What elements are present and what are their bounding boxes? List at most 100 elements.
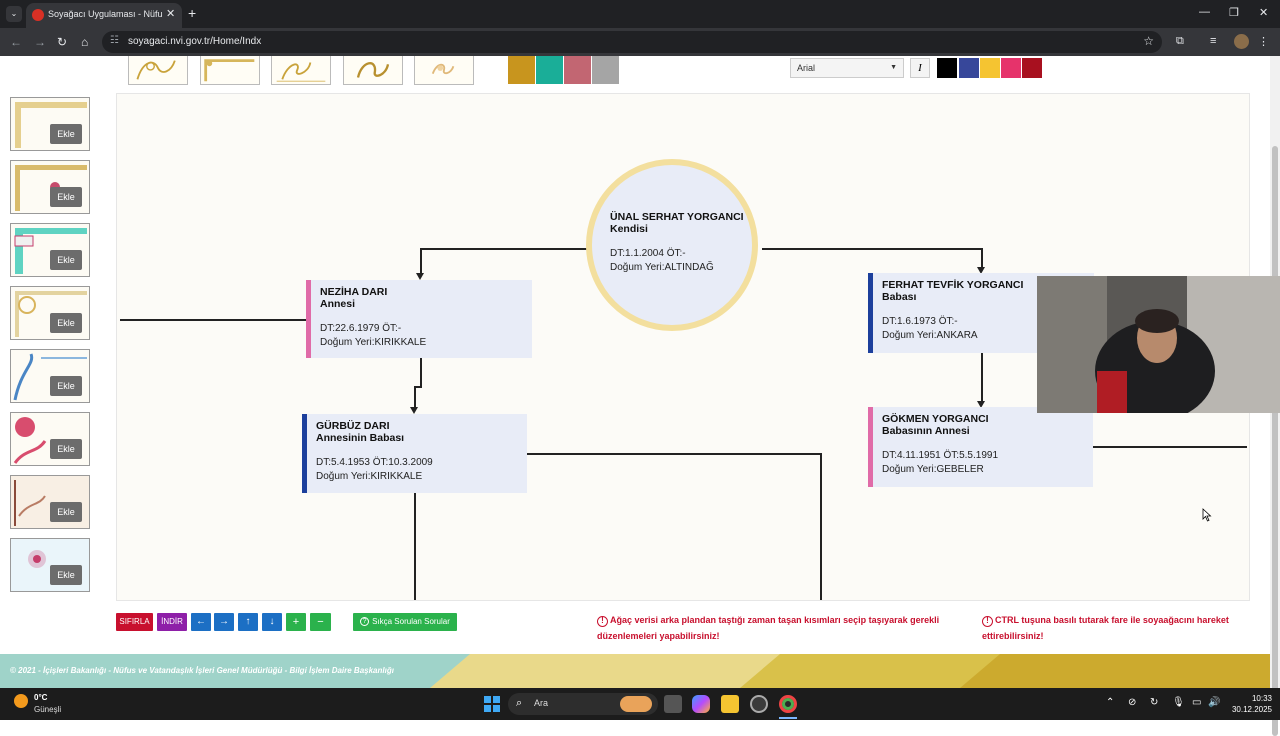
start-button[interactable] (484, 696, 500, 712)
bg-color-swatch[interactable] (592, 56, 619, 84)
weather-temperature: 0°C (34, 693, 48, 702)
chrome-icon[interactable] (779, 695, 797, 713)
text-color-black[interactable] (936, 57, 958, 79)
add-theme-button[interactable]: Ekle (50, 439, 82, 459)
network-icon[interactable]: ▭ (1192, 697, 1201, 708)
theme-thumbnail: Ekle (10, 97, 90, 151)
tab-search-button[interactable]: ⌄ (6, 6, 22, 22)
self-node[interactable]: ÜNAL SERHAT YORGANCI Kendisi DT:1.1.2004… (586, 159, 758, 331)
person-card-mothers-father[interactable]: GÜRBÜZ DARI Annesinin Babası DT:5.4.1953… (302, 414, 527, 493)
volume-icon[interactable]: 🔊 (1208, 697, 1220, 708)
weather-icon[interactable] (14, 694, 28, 708)
warning-text: Ağaç verisi arka plandan taştığı zaman t… (597, 615, 940, 641)
add-theme-button[interactable]: Ekle (50, 250, 82, 270)
task-view-icon[interactable] (664, 695, 682, 713)
pan-left-button[interactable]: ← (191, 613, 211, 631)
italic-button[interactable]: I (910, 58, 930, 78)
menu-icon[interactable]: ⋮ (1258, 35, 1269, 48)
weather-condition: Güneşli (34, 705, 62, 714)
connector-line (527, 453, 821, 455)
font-select[interactable]: Arial ▼ (790, 58, 904, 78)
window-close-icon[interactable]: ✕ (1259, 6, 1268, 19)
person-role: Babasının Annesi (882, 425, 970, 437)
person-dates: DT:1.1.2004 ÖT:- (610, 248, 686, 259)
minimize-icon[interactable]: — (1199, 6, 1210, 18)
bookmark-star-icon[interactable]: ☆ (1143, 34, 1154, 48)
frame-option[interactable] (128, 56, 188, 85)
pan-right-button[interactable]: → (214, 613, 234, 631)
back-icon[interactable]: ← (10, 35, 22, 49)
chevron-down-icon: ▼ (890, 64, 897, 71)
site-favicon-icon (32, 9, 44, 21)
url-text: soyagaci.nvi.gov.tr/Home/Indx (128, 36, 262, 47)
theme-thumbnail: Ekle (10, 412, 90, 466)
restore-icon[interactable]: ❐ (1229, 6, 1239, 19)
frame-option[interactable] (200, 56, 260, 85)
text-color-yellow[interactable] (980, 58, 1000, 78)
theme-thumbnail: Ekle (10, 538, 90, 592)
faq-label: Sıkça Sorulan Sorular (372, 617, 450, 626)
person-name: GÜRBÜZ DARI (316, 420, 390, 432)
add-theme-button[interactable]: Ekle (50, 187, 82, 207)
warning-message: ! CTRL tuşuna basılı tutarak fare ile soy… (982, 612, 1252, 644)
person-role: Annesi (320, 298, 356, 310)
faq-button[interactable]: ? Sıkça Sorulan Sorular (353, 613, 457, 631)
taskbar-search[interactable]: ⌕ Ara (508, 693, 658, 715)
person-card-mother[interactable]: NEZİHA DARI Annesi DT:22.6.1979 ÖT:- Doğ… (306, 280, 532, 358)
home-icon[interactable]: ⌂ (81, 35, 88, 49)
forward-icon[interactable]: → (34, 35, 46, 49)
text-color-blue[interactable] (959, 58, 979, 78)
connector-line (414, 386, 416, 408)
person-name: GÖKMEN YORGANCI (882, 413, 989, 425)
zoom-in-button[interactable]: + (286, 613, 306, 631)
search-placeholder: Ara (534, 698, 549, 708)
frame-option[interactable] (271, 56, 331, 85)
theme-thumbnail: Ekle (10, 160, 90, 214)
reset-button[interactable]: SIFIRLA (116, 613, 153, 631)
add-theme-button[interactable]: Ekle (50, 565, 82, 585)
arrow-down-icon (416, 273, 424, 280)
help-icon: ? (360, 617, 370, 627)
tray-overflow-icon[interactable]: ⌃ (1106, 697, 1114, 708)
text-color-pink[interactable] (1001, 58, 1021, 78)
file-explorer-icon[interactable] (721, 695, 739, 713)
connector-line (981, 352, 983, 402)
url-input[interactable]: ☷ soyagaci.nvi.gov.tr/Home/Indx ☆ (102, 31, 1162, 53)
pan-up-button[interactable]: ↑ (238, 613, 258, 631)
person-dates: DT:5.4.1953 ÖT:10.3.2009 (316, 457, 433, 468)
connector-line (981, 248, 983, 268)
scrollbar-thumb[interactable] (1272, 146, 1278, 736)
bg-color-swatch[interactable] (564, 56, 591, 84)
browser-tab[interactable]: Soyağacı Uygulaması - Nüfus ve ✕ (26, 3, 182, 28)
site-info-icon[interactable]: ☷ (110, 35, 119, 46)
media-icon[interactable]: ≡ (1210, 35, 1216, 47)
profile-avatar[interactable] (1234, 34, 1249, 49)
tray-app-icon[interactable]: ⊘ (1128, 697, 1136, 708)
tray-sync-icon[interactable]: ↻ (1150, 697, 1158, 708)
bg-color-swatch[interactable] (508, 56, 535, 84)
person-dates: DT:22.6.1979 ÖT:- (320, 323, 402, 334)
frame-option[interactable] (414, 56, 474, 85)
close-tab-icon[interactable]: ✕ (166, 7, 175, 20)
add-theme-button[interactable]: Ekle (50, 502, 82, 522)
person-card-fathers-mother[interactable]: GÖKMEN YORGANCI Babasının Annesi DT:4.11… (868, 407, 1093, 487)
pan-down-button[interactable]: ↓ (262, 613, 282, 631)
text-color-red[interactable] (1022, 58, 1042, 78)
bg-color-swatch[interactable] (536, 56, 563, 84)
add-theme-button[interactable]: Ekle (50, 376, 82, 396)
frame-option[interactable] (343, 56, 403, 85)
system-clock[interactable]: 10:33 30.12.2025 (1226, 693, 1272, 715)
warning-message: ! Ağaç verisi arka plandan taştığı zaman … (597, 612, 957, 644)
add-theme-button[interactable]: Ekle (50, 313, 82, 333)
clock-time: 10:33 (1251, 694, 1272, 703)
zoom-out-button[interactable]: − (310, 613, 331, 631)
extensions-icon[interactable]: ⧉ (1176, 35, 1184, 48)
app-icon[interactable] (750, 695, 768, 713)
copilot-icon[interactable] (692, 695, 710, 713)
add-theme-button[interactable]: Ekle (50, 124, 82, 144)
download-button[interactable]: İNDİR (157, 613, 187, 631)
new-tab-button[interactable]: + (188, 5, 196, 21)
reload-icon[interactable]: ↻ (57, 35, 67, 49)
connector-line (120, 319, 310, 321)
microphone-icon[interactable]: 🎙 (1172, 697, 1185, 708)
